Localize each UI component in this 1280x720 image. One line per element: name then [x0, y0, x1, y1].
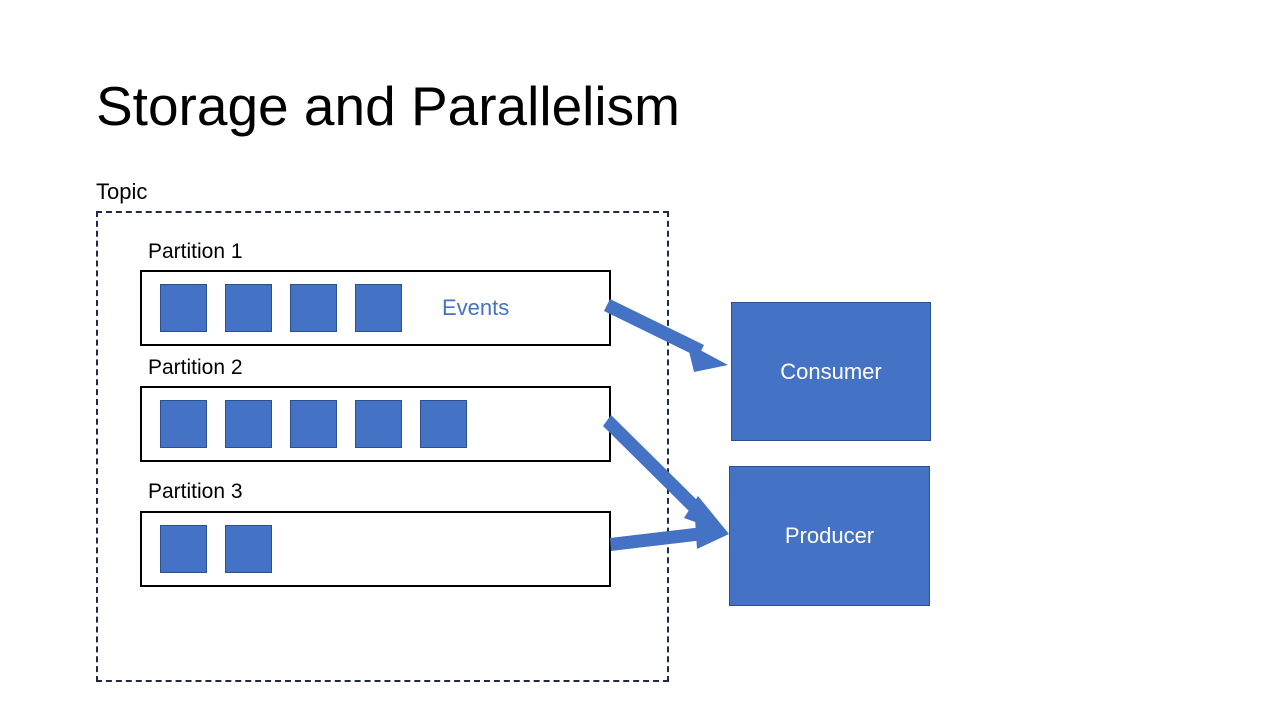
event-block [355, 284, 402, 332]
topic-label: Topic [96, 179, 148, 204]
event-block [420, 400, 467, 448]
consumer-node: Consumer [731, 302, 931, 441]
event-block [160, 525, 207, 573]
partition-1-label: Partition 1 [148, 240, 243, 263]
event-block [290, 284, 337, 332]
partition-2-box [140, 386, 611, 462]
event-block [160, 400, 207, 448]
events-label: Events [442, 295, 510, 320]
partition-3-label: Partition 3 [148, 480, 243, 503]
consumer-label: Consumer [780, 358, 882, 384]
event-block [355, 400, 402, 448]
partition-1-box: Events [140, 270, 611, 346]
partition-2-label: Partition 2 [148, 356, 243, 379]
producer-node: Producer [729, 466, 930, 606]
event-block [225, 525, 272, 573]
page-title: Storage and Parallelism [96, 75, 680, 137]
event-block [225, 400, 272, 448]
partition-3-box [140, 511, 611, 587]
event-block [225, 284, 272, 332]
event-block [290, 400, 337, 448]
producer-label: Producer [784, 523, 875, 548]
event-block [160, 284, 207, 332]
